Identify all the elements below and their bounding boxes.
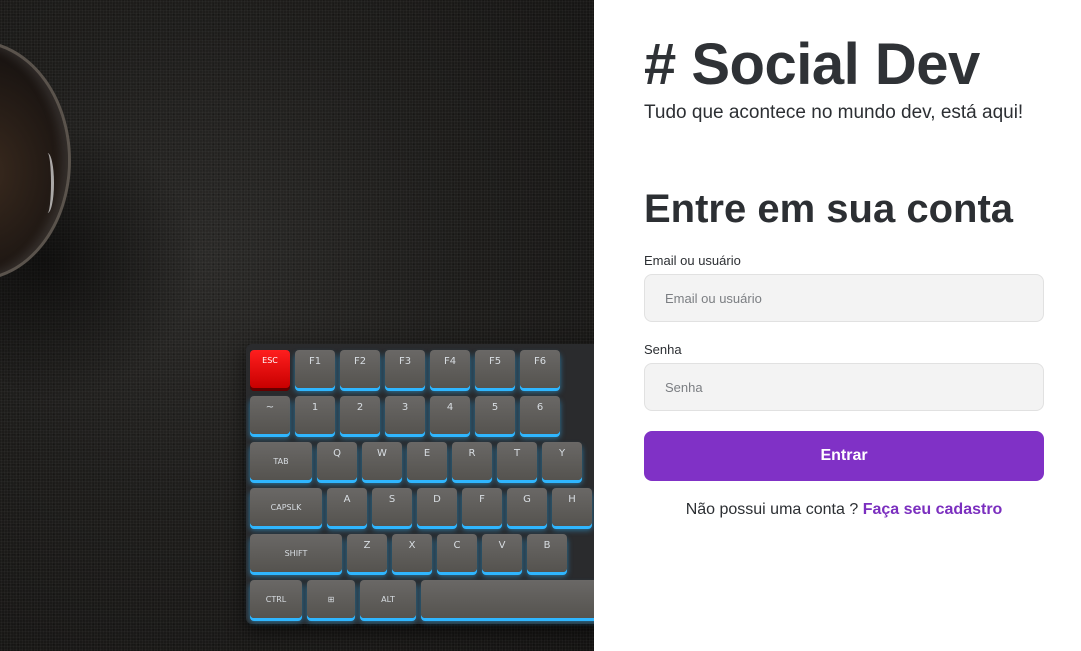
spacebar	[421, 580, 594, 618]
keycap: 6	[520, 396, 560, 434]
keyboard: ESC F1 F2 F3 F4 F5 F6 ~ 1 2 3 4 5 6 TAB …	[246, 344, 594, 624]
keycap: T	[497, 442, 537, 480]
keycap: TAB	[250, 442, 312, 480]
keycap: H	[552, 488, 592, 526]
password-label: Senha	[644, 342, 682, 357]
keycap: 3	[385, 396, 425, 434]
keycap: F1	[295, 350, 335, 388]
keycap: W	[362, 442, 402, 480]
hero-photo: ESC F1 F2 F3 F4 F5 F6 ~ 1 2 3 4 5 6 TAB …	[0, 0, 594, 651]
keycap: F3	[385, 350, 425, 388]
keycap: CAPSLK	[250, 488, 322, 526]
keycap: B	[527, 534, 567, 572]
keycap: G	[507, 488, 547, 526]
keycap: S	[372, 488, 412, 526]
keycap: SHIFT	[250, 534, 342, 572]
keycap: CTRL	[250, 580, 302, 618]
keyboard-row-qwerty: TAB Q W E R T Y	[250, 442, 582, 482]
keycap: R	[452, 442, 492, 480]
keyboard-row-function: ESC F1 F2 F3 F4 F5 F6	[250, 350, 560, 390]
keycap: ALT	[360, 580, 416, 618]
keycap: E	[407, 442, 447, 480]
keyboard-row-bottom: CTRL ⊞ ALT	[250, 580, 594, 620]
signup-prompt-text: Não possui uma conta ?	[685, 501, 859, 518]
keycap: 2	[340, 396, 380, 434]
keycap: Z	[347, 534, 387, 572]
keyboard-row-home: CAPSLK A S D F G H	[250, 488, 592, 528]
keycap: 5	[475, 396, 515, 434]
keycap: F4	[430, 350, 470, 388]
email-label: Email ou usuário	[644, 253, 741, 268]
brand-title: # Social Dev	[644, 32, 980, 97]
keycap: D	[417, 488, 457, 526]
keycap: 1	[295, 396, 335, 434]
keycap: F6	[520, 350, 560, 388]
keycap: F2	[340, 350, 380, 388]
password-field[interactable]	[644, 363, 1044, 411]
keycap: F5	[475, 350, 515, 388]
login-panel: # Social Dev Tudo que acontece no mundo …	[594, 0, 1081, 651]
login-button[interactable]: Entrar	[644, 431, 1044, 481]
login-heading: Entre em sua conta	[644, 187, 1014, 231]
keycap: Y	[542, 442, 582, 480]
keyboard-row-numbers: ~ 1 2 3 4 5 6	[250, 396, 560, 436]
keyboard-row-shift: SHIFT Z X C V B	[250, 534, 567, 574]
keycap: ~	[250, 396, 290, 434]
email-field[interactable]	[644, 274, 1044, 322]
keycap: A	[327, 488, 367, 526]
signup-link[interactable]: Faça seu cadastro	[863, 501, 1003, 518]
keycap: Q	[317, 442, 357, 480]
keycap: 4	[430, 396, 470, 434]
keycap: F	[462, 488, 502, 526]
signup-prompt: Não possui uma conta ? Faça seu cadastro	[644, 501, 1044, 519]
keycap: V	[482, 534, 522, 572]
keycap: C	[437, 534, 477, 572]
keycap: X	[392, 534, 432, 572]
keycap: ESC	[250, 350, 290, 388]
brand-tagline: Tudo que acontece no mundo dev, está aqu…	[644, 102, 1024, 123]
windows-key-icon: ⊞	[307, 580, 355, 618]
